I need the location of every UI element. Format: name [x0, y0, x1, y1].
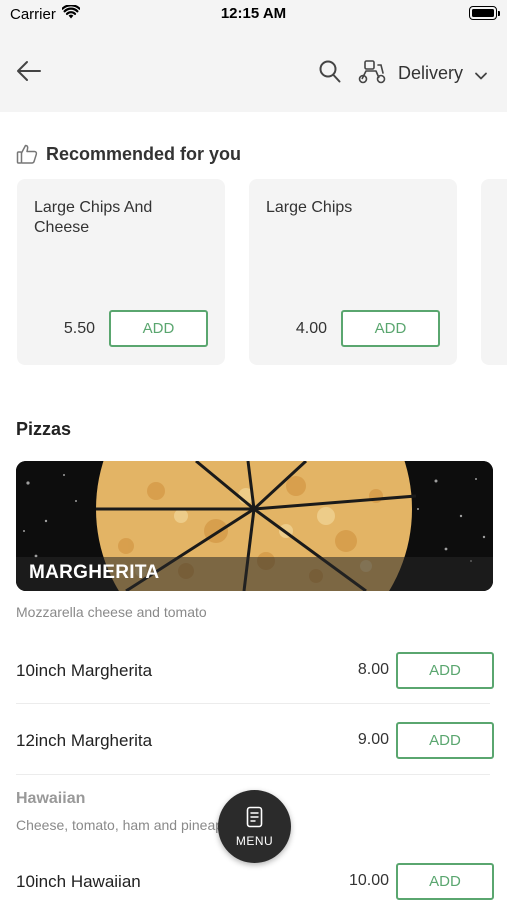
- top-header: Delivery: [0, 32, 507, 112]
- menu-item-price: 10.00: [348, 872, 389, 889]
- add-button[interactable]: ADD: [109, 310, 208, 347]
- status-bar: Carrier 12:15 AM: [0, 0, 507, 32]
- menu-item-row[interactable]: 12inch Margherita 9.00 ADD: [16, 722, 494, 762]
- chevron-down-icon[interactable]: [474, 68, 488, 80]
- menu-fab-button[interactable]: MENU: [218, 790, 291, 863]
- clock: 12:15 AM: [220, 5, 287, 22]
- menu-item-price: 8.00: [357, 661, 389, 678]
- divider: [16, 774, 490, 775]
- recommended-card[interactable]: Large Chips And Cheese 5.50 ADD: [17, 179, 225, 365]
- menu-icon: [246, 806, 263, 828]
- category-description: Mozzarella cheese and tomato: [16, 604, 207, 620]
- scooter-icon[interactable]: [357, 59, 387, 85]
- product-price: 5.50: [63, 320, 95, 337]
- menu-section-title: Pizzas: [16, 419, 72, 439]
- recommended-card-partial[interactable]: [481, 179, 507, 365]
- divider: [16, 703, 490, 704]
- delivery-mode-label[interactable]: Delivery: [398, 63, 463, 84]
- menu-item-name: 10inch Hawaiian: [16, 872, 141, 891]
- menu-item-row[interactable]: 10inch Hawaiian 10.00 ADD: [16, 863, 494, 900]
- category-name-overlay: MARGHERITA: [16, 557, 493, 591]
- recommended-card[interactable]: Large Chips 4.00 ADD: [249, 179, 457, 365]
- add-button[interactable]: ADD: [396, 863, 494, 900]
- product-name: Large Chips And Cheese: [34, 199, 153, 236]
- menu-item-row[interactable]: 10inch Margherita 8.00 ADD: [16, 652, 494, 692]
- product-price: 4.00: [295, 320, 327, 337]
- add-button[interactable]: ADD: [396, 652, 494, 689]
- menu-item-name: 12inch Margherita: [16, 731, 153, 750]
- back-arrow-icon[interactable]: [14, 56, 44, 86]
- category-name: Hawaiian: [16, 790, 86, 807]
- category-description: Cheese, tomato, ham and pineapple: [16, 817, 221, 833]
- thumbs-up-icon: [16, 143, 38, 165]
- section-title: Recommended for you: [46, 144, 242, 164]
- add-button[interactable]: ADD: [341, 310, 440, 347]
- menu-item-name: 10inch Margherita: [16, 661, 153, 680]
- battery-icon: [469, 6, 500, 20]
- menu-item-price: 9.00: [357, 731, 389, 748]
- search-icon[interactable]: [318, 59, 342, 85]
- category-banner[interactable]: MARGHERITA: [16, 461, 493, 591]
- product-name: Large Chips: [266, 199, 353, 216]
- menu-fab-label: MENU: [235, 834, 274, 848]
- category-name: MARGHERITA: [29, 562, 160, 583]
- add-button[interactable]: ADD: [396, 722, 494, 759]
